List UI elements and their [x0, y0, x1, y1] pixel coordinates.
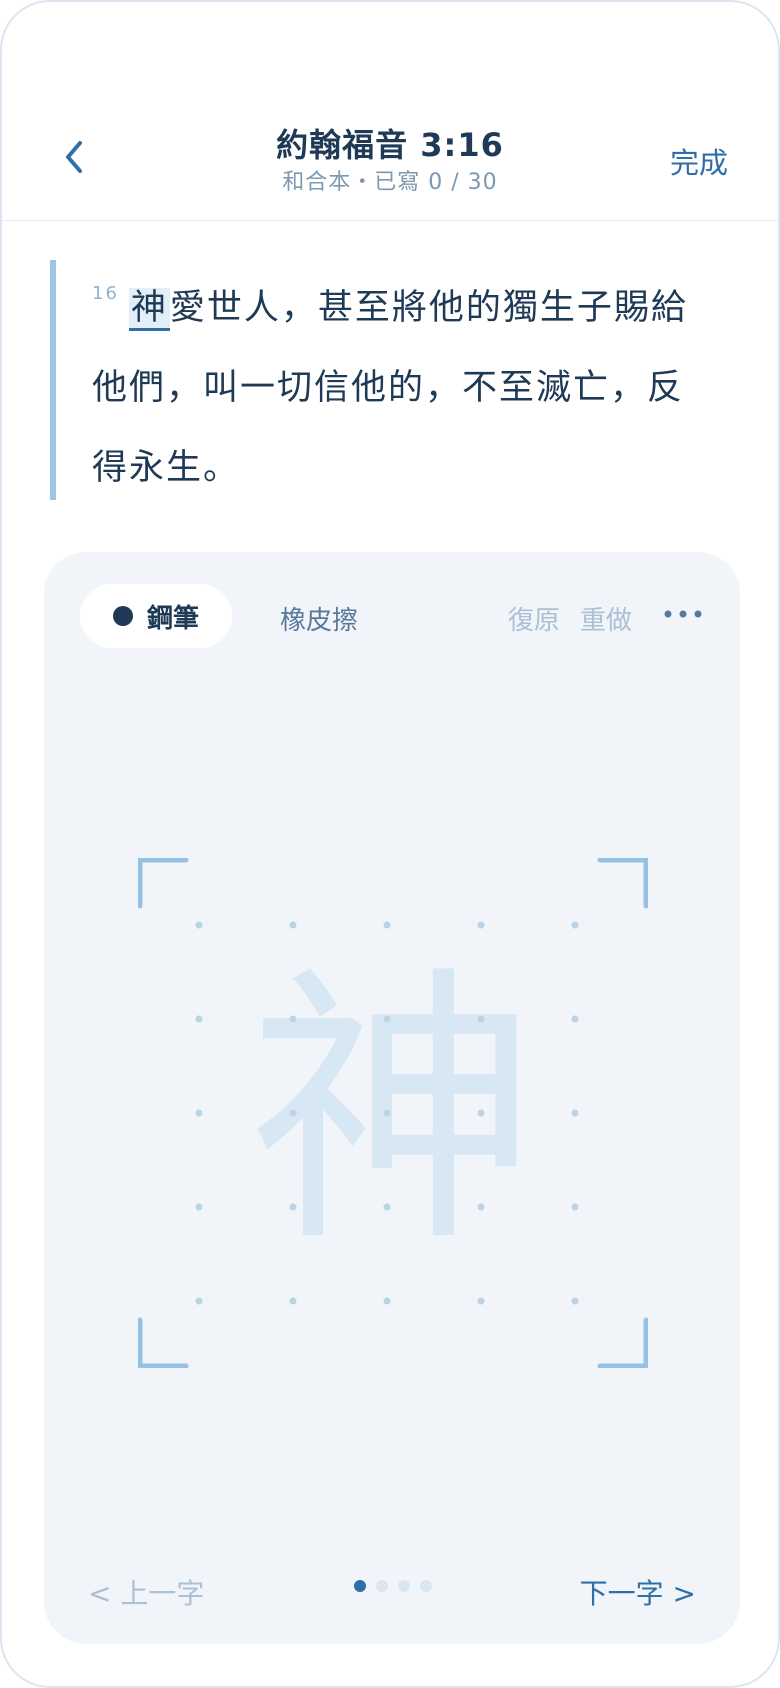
guide-grid — [138, 858, 648, 1368]
current-character[interactable]: 神 — [128, 288, 170, 331]
dot-grid — [195, 921, 579, 1305]
next-character-button[interactable]: 下一字 > — [580, 1572, 696, 1612]
redo-button[interactable]: 重做 — [580, 600, 632, 637]
undo-button[interactable]: 復原 — [508, 600, 560, 637]
page-dot — [420, 1580, 432, 1592]
page-dot — [376, 1580, 388, 1592]
page-title: 約翰福音 3:16 — [276, 126, 504, 164]
eraser-tool-button[interactable]: 橡皮擦 — [280, 600, 358, 637]
verse-block: 16 神愛世人，甚至將他的獨生子賜給他們，叫一切信他的，不至滅亡，反得永生。 — [50, 260, 736, 500]
pen-tool-button[interactable]: 鋼筆 — [80, 584, 232, 648]
app-screen: 約翰福音 3:16 和合本・已寫 0 / 30 完成 16 神愛世人，甚至將他的獨… — [0, 0, 780, 1688]
done-button[interactable]: 完成 — [670, 140, 728, 182]
writing-panel: 鋼筆 橡皮擦 復原 重做 神 < 上一字 下一字 > — [44, 552, 740, 1644]
page-dot — [398, 1580, 410, 1592]
prev-character-button[interactable]: < 上一字 — [88, 1572, 204, 1612]
writing-canvas[interactable]: 神 — [138, 858, 648, 1368]
more-options-button[interactable] — [658, 596, 708, 632]
page-indicator — [354, 1580, 432, 1592]
verse-number: 16 — [92, 283, 119, 304]
page-dot — [354, 1580, 366, 1592]
pen-color-dot-icon — [112, 606, 133, 626]
verse-text: 16 神愛世人，甚至將他的獨生子賜給他們，叫一切信他的，不至滅亡，反得永生。 — [92, 268, 712, 508]
page-subtitle: 和合本・已寫 0 / 30 — [282, 170, 498, 195]
pen-tool-label: 鋼筆 — [146, 603, 199, 634]
more-dots-icon — [664, 610, 702, 618]
corner-brackets — [138, 858, 648, 1368]
header-bar: 約翰福音 3:16 和合本・已寫 0 / 30 完成 — [2, 2, 778, 221]
verse-remaining-text: 愛世人，甚至將他的獨生子賜給他們，叫一切信他的，不至滅亡，反得永生。 — [92, 288, 688, 488]
